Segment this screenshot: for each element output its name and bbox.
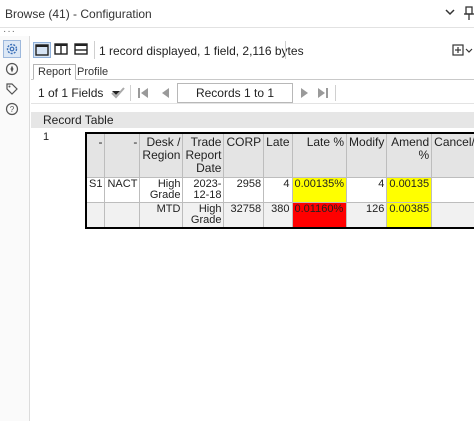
table-cell: NACT — [104, 177, 141, 203]
window-titlebar: Browse (41) - Configuration — [0, 0, 474, 28]
checkmark-icon[interactable] — [110, 85, 126, 101]
window-title: Browse (41) - Configuration — [5, 7, 152, 21]
record-nav: 1 of 1 Fields Records 1 to 1 — [31, 82, 474, 104]
tab-report[interactable]: Report — [33, 64, 77, 80]
pin-icon[interactable] — [462, 5, 474, 21]
table-cell: 32758 — [223, 202, 265, 229]
toolbar-divider — [285, 41, 286, 59]
toolbar-divider — [94, 41, 95, 59]
column-header[interactable]: - — [104, 132, 141, 178]
column-header[interactable]: Desk / Region — [139, 132, 184, 178]
table-cell: 2023-12-18 — [182, 177, 225, 203]
column-header[interactable]: Modify — [346, 132, 388, 178]
records-range: Records 1 to 1 — [177, 83, 293, 103]
column-header[interactable]: Cancel/Reve — [431, 132, 474, 178]
previous-record-icon[interactable] — [157, 85, 173, 101]
table-cell — [104, 202, 141, 229]
split-vertical-icon[interactable] — [53, 42, 71, 58]
table-cell — [431, 202, 474, 229]
browse-toolbar: 1 record displayed, 1 field, 2,116 bytes — [31, 38, 474, 62]
column-header[interactable]: - — [85, 132, 106, 178]
chevron-down-icon[interactable] — [443, 5, 457, 19]
column-header[interactable]: Amend % — [386, 132, 433, 178]
first-record-icon[interactable] — [135, 85, 151, 101]
table-cell — [85, 202, 106, 229]
table-cell: 0.00135 — [386, 177, 433, 203]
report-content: Record Table 1 - - Desk / Region Trade R… — [31, 105, 474, 421]
svg-text:?: ? — [10, 105, 15, 114]
record-table-title: Record Table — [31, 112, 474, 128]
compass-icon[interactable] — [3, 60, 21, 78]
table-cell: 126 — [346, 202, 388, 229]
tab-profile[interactable]: Profile — [72, 64, 113, 80]
record-info: 1 record displayed, 1 field, 2,116 bytes — [99, 44, 304, 58]
table-cell: 2958 — [223, 177, 265, 203]
table-row: MTD High Grade 32758 380 0.01160% 126 0.… — [85, 202, 474, 229]
column-header[interactable]: CORP — [223, 132, 265, 178]
single-view-icon[interactable] — [33, 42, 51, 58]
table-cell: High Grade — [182, 202, 225, 229]
table-cell: 380 — [263, 202, 293, 229]
record-table: - - Desk / Region Trade Report Date CORP… — [85, 132, 474, 229]
tag-icon[interactable] — [3, 80, 21, 98]
table-cell: 4 — [263, 177, 293, 203]
next-record-icon[interactable] — [297, 85, 313, 101]
column-header[interactable]: Trade Report Date — [182, 132, 225, 178]
left-rail: ? — [0, 36, 30, 421]
fields-label: 1 of 1 Fields — [38, 86, 104, 100]
last-record-icon[interactable] — [315, 85, 331, 101]
split-horizontal-icon[interactable] — [73, 42, 91, 58]
table-cell: 0.00135% — [291, 177, 348, 203]
table-cell: MTD — [139, 202, 184, 229]
add-dropdown-icon[interactable] — [451, 41, 474, 59]
record-row-number: 1 — [43, 131, 50, 143]
fields-selector[interactable]: 1 of 1 Fields — [38, 86, 121, 100]
table-cell: 0.01160% — [291, 202, 348, 229]
column-header[interactable]: Late % — [291, 132, 348, 178]
table-header-row: - - Desk / Region Trade Report Date CORP… — [85, 132, 474, 178]
gear-icon[interactable] — [3, 40, 21, 58]
table-cell: High Grade — [139, 177, 184, 203]
table-row: S1 NACT High Grade 2023-12-18 2958 4 0.0… — [85, 177, 474, 203]
table-cell — [431, 177, 474, 203]
view-tabs: Report Profile — [31, 62, 474, 80]
table-cell: 4 — [346, 177, 388, 203]
help-icon[interactable]: ? — [3, 100, 21, 118]
table-cell: 0.00385 — [386, 202, 433, 229]
nav-divider — [130, 85, 131, 101]
table-cell: S1 — [85, 177, 106, 203]
nav-divider — [335, 85, 336, 101]
column-header[interactable]: Late — [263, 132, 293, 178]
